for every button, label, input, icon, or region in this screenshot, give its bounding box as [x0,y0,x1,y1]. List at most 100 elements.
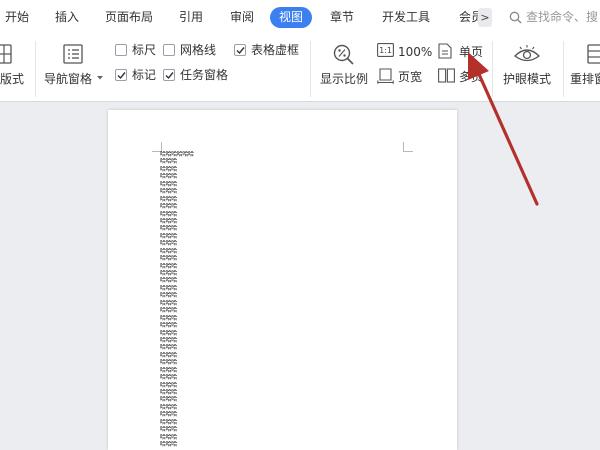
ribbon-separator [492,41,493,97]
multi-page-button[interactable]: 多页 [438,68,488,86]
navigation-pane-button[interactable]: 导航窗格 [44,39,104,97]
rearrange-windows-icon [587,44,600,64]
text-line: 哈哈哈 [160,262,177,270]
text-line: 哈哈哈 [160,284,177,292]
search-placeholder: 查找命令、搜 [526,10,599,24]
zoom-100-label: 100% [398,45,433,59]
tab-membership[interactable]: 会员 [459,0,478,35]
text-line: 哈哈哈 [160,292,177,300]
text-line: 哈哈哈 [160,225,177,233]
text-line: 哈哈哈 [160,389,177,396]
text-line: 哈哈哈 [160,180,177,188]
multi-page-icon [438,68,455,83]
task-pane-checkbox[interactable]: 任务窗格 [163,68,233,84]
text-line: 哈哈哈 [160,165,177,173]
gridlines-checkbox[interactable]: 网格线 [163,43,223,59]
eye-icon [514,45,540,62]
table-gridlines-checkbox-box[interactable] [234,44,246,56]
document-text[interactable]: 哈哈哈哈哈哈 哈哈哈 哈哈哈 哈哈哈 哈哈哈 哈哈哈 哈哈哈 哈哈哈 哈哈哈 哈哈哈 哈哈哈 哈哈哈… [160,151,220,449]
tab-references[interactable]: 引用 [179,0,203,35]
text-line: 哈哈哈 [160,203,177,211]
text-line: 哈哈哈 [160,344,177,352]
ribbon-separator [563,41,564,97]
margin-corner-top-right [403,142,413,152]
more-tabs-button[interactable]: > [478,8,492,27]
text-line: 哈哈哈 [160,270,177,277]
text-line: 哈哈哈 [160,441,177,449]
text-line: 哈哈哈哈哈哈 [160,151,194,158]
layout-label: 版式 [0,72,25,86]
document-page[interactable]: 哈哈哈哈哈哈 哈哈哈 哈哈哈 哈哈哈 哈哈哈 哈哈哈 哈哈哈 哈哈哈 哈哈哈 哈哈哈 哈哈哈 哈哈哈… [108,110,457,450]
text-line: 哈哈哈 [160,307,177,315]
eye-protection-button[interactable]: 护眼模式 [500,39,556,97]
search-icon [509,11,522,24]
chevron-down-icon [97,76,103,80]
eye-protection-label: 护眼模式 [503,72,552,86]
tab-chapter[interactable]: 章节 [330,0,354,35]
svg-text:1:1: 1:1 [379,46,392,55]
tab-page-layout[interactable]: 页面布局 [105,0,153,35]
checkmark-icon [165,72,174,80]
tab-insert[interactable]: 插入 [55,0,79,35]
text-line: 哈哈哈 [160,396,177,404]
text-line: 哈哈哈 [160,336,177,344]
page-width-icon [377,68,394,84]
ruler-label: 标尺 [132,43,157,57]
text-line: 哈哈哈 [160,381,177,389]
text-line: 哈哈哈 [160,351,177,359]
navigation-pane-icon [63,44,83,64]
tab-home[interactable]: 开始 [5,0,29,35]
ruler-checkbox-box[interactable] [115,44,127,56]
zoom-magnifier-icon [333,44,354,65]
zoom-100-button[interactable]: 1:1 100% [377,43,437,61]
actual-size-icon: 1:1 [377,43,394,57]
text-line: 哈哈哈 [160,411,177,419]
checkmark-icon [236,47,245,55]
task-pane-label: 任务窗格 [180,68,229,82]
tab-view[interactable]: 视图 [270,7,313,28]
text-line: 哈哈哈 [160,247,177,255]
text-line: 哈哈哈 [160,403,177,411]
ribbon-separator [310,41,311,97]
text-line: 哈哈哈 [160,195,177,203]
text-line: 哈哈哈 [160,322,177,330]
text-line: 哈哈哈 [160,426,177,434]
tab-review[interactable]: 审阅 [230,0,254,35]
table-gridlines-label: 表格虚框 [251,43,300,57]
text-line: 哈哈哈 [160,188,177,196]
rearrange-windows-button[interactable]: 重排窗 [570,39,600,97]
markup-label: 标记 [132,68,157,82]
single-page-icon [438,43,452,59]
zoom-ratio-button[interactable]: 显示比例 [318,39,370,97]
text-line: 哈哈哈 [160,255,177,263]
gridlines-label: 网格线 [180,43,217,57]
markup-checkbox-box[interactable] [115,69,127,81]
table-gridlines-checkbox[interactable]: 表格虚框 [234,43,309,59]
task-pane-checkbox-box[interactable] [163,69,175,81]
text-line: 哈哈哈 [160,210,177,218]
menu-tab-bar: 开始 插入 页面布局 引用 审阅 视图 章节 开发工具 会员 > 查找命令、搜 [0,0,600,35]
text-line: 哈哈哈 [160,217,177,225]
text-line: 哈哈哈 [160,366,177,374]
ruler-checkbox[interactable]: 标尺 [115,43,165,59]
text-line: 哈哈哈 [160,158,177,166]
view-ribbon: 版式 导航窗格 标尺 网格线 表格虚框 标记 任务窗格 显示比例 1:1 100… [0,35,600,102]
text-line: 哈哈哈 [160,329,177,337]
navigation-pane-label: 导航窗格 [44,72,93,86]
page-width-button[interactable]: 页宽 [377,68,427,86]
layout-icon [0,44,12,64]
text-line: 哈哈哈 [160,277,177,285]
ribbon-separator [35,41,36,97]
markup-checkbox[interactable]: 标记 [115,68,165,84]
text-line: 哈哈哈 [160,299,177,307]
tab-developer-tools[interactable]: 开发工具 [382,0,430,35]
gridlines-checkbox-box[interactable] [163,44,175,56]
text-line: 哈哈哈 [160,418,177,426]
single-page-button[interactable]: 单页 [438,43,488,61]
single-page-label: 单页 [459,45,484,59]
layout-button[interactable]: 版式 [0,39,26,97]
rearrange-windows-label: 重排窗 [570,72,600,86]
text-line: 哈哈哈 [160,232,177,240]
text-line: 哈哈哈 [160,240,177,248]
text-line: 哈哈哈 [160,359,177,367]
